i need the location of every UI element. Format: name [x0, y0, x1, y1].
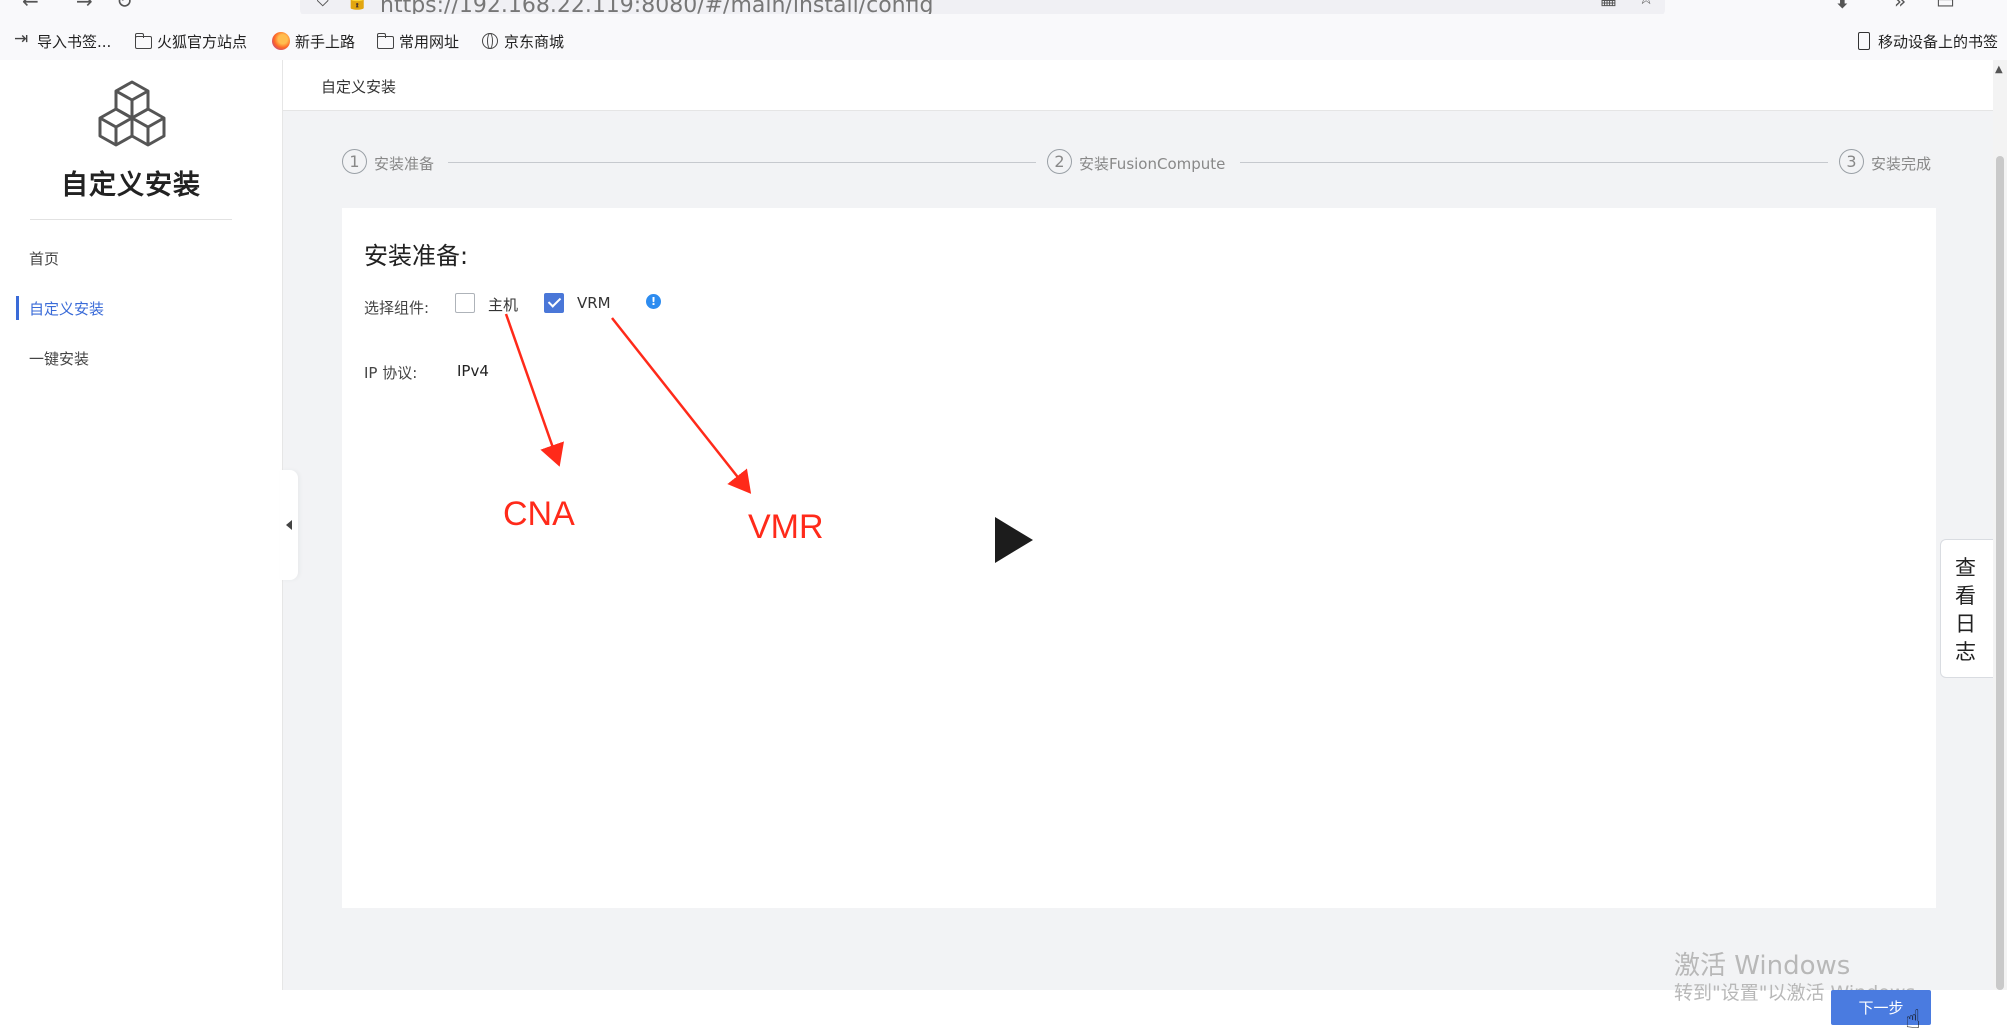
step-1-label: 安装准备 [374, 155, 435, 173]
bookmark-label: 新手上路 [295, 32, 356, 51]
app-root: 自定义安装 首页 自定义安装 一键安装 自定义安装 1 安装准备 2 安装Fus… [0, 60, 2007, 1035]
extensions-icon[interactable]: » [1894, 0, 1906, 11]
sidebar-item-home[interactable]: 首页 [29, 248, 59, 269]
download-icon[interactable]: ⬇ [1834, 0, 1851, 11]
bookmark-firefox-sites[interactable]: 火狐官方站点 [134, 28, 247, 54]
shield-icon[interactable]: ⛉ [316, 0, 330, 11]
reload-icon[interactable]: ↻ [116, 0, 133, 11]
active-indicator [16, 296, 19, 320]
host-checkbox-label[interactable]: 主机 [488, 294, 518, 315]
components-label: 选择组件: [364, 299, 430, 317]
step-2-number: 2 [1047, 149, 1072, 174]
bookmark-label: 京东商城 [504, 32, 565, 51]
vrm-checkbox[interactable] [544, 293, 564, 313]
bookmark-jd[interactable]: 京东商城 [481, 28, 564, 54]
folder-icon [134, 32, 152, 50]
sidebar-title: 自定义安装 [61, 170, 201, 201]
ip-protocol-label: IP 协议: [364, 364, 418, 382]
step-2-label: 安装FusionCompute [1079, 155, 1226, 173]
step-connector [448, 162, 1036, 163]
breadcrumb: 自定义安装 [321, 78, 397, 96]
url-bar[interactable]: ⛉ 🔒 https://192.168.22.119:8080/#/main/i… [300, 0, 1665, 14]
step-1-number: 1 [342, 149, 367, 174]
play-icon[interactable] [995, 517, 1033, 563]
vrm-checkbox-label[interactable]: VRM [577, 294, 611, 312]
sidebar-item-one-click-install[interactable]: 一键安装 [29, 348, 89, 369]
browser-nav-strip: ← → ↻ ⛉ 🔒 https://192.168.22.119:8080/#/… [0, 0, 2007, 14]
scroll-up-icon[interactable]: ▲ [1995, 64, 2003, 75]
folder-icon [376, 32, 394, 50]
host-checkbox[interactable] [455, 293, 475, 313]
view-log-label: 查看日志 [1955, 556, 1976, 664]
browser-chrome: ← → ↻ ⛉ 🔒 https://192.168.22.119:8080/#/… [0, 0, 2007, 61]
ip-protocol-value: IPv4 [457, 362, 489, 380]
sidebar-collapse-button[interactable] [280, 470, 298, 580]
firefox-icon [272, 32, 290, 50]
bookmark-getting-started[interactable]: 新手上路 [272, 28, 355, 54]
forward-icon[interactable]: → [76, 0, 93, 11]
sidebar: 自定义安装 首页 自定义安装 一键安装 [0, 60, 283, 990]
translate-icon[interactable]: ▦ [1600, 0, 1617, 9]
divider [30, 219, 232, 220]
bookmark-common-sites[interactable]: 常用网址 [376, 28, 459, 54]
view-log-tab[interactable]: 查看日志 [1940, 539, 1994, 678]
windows-activation-watermark-title: 激活 Windows [1674, 951, 1851, 981]
bookmark-label: 火狐官方站点 [157, 32, 248, 51]
info-icon[interactable]: ! [646, 294, 661, 309]
top-bar: 自定义安装 [283, 60, 1997, 111]
bookmark-label: 移动设备上的书签 [1878, 32, 1999, 51]
annotation-cna: CNA [503, 495, 575, 533]
mobile-icon [1855, 32, 1873, 50]
bookmark-mobile[interactable]: 移动设备上的书签 [1855, 28, 1998, 54]
annotation-vmr: VMR [748, 508, 824, 546]
lock-icon[interactable]: 🔒 [346, 0, 368, 11]
globe-icon [481, 32, 499, 50]
cubes-logo-icon [98, 80, 166, 147]
back-icon[interactable]: ← [22, 0, 39, 11]
window-icon[interactable]: ▭ [1936, 0, 1955, 11]
bookmark-label: 常用网址 [399, 32, 460, 51]
scroll-thumb[interactable] [1996, 156, 2004, 990]
install-prep-card: 安装准备: 选择组件: 主机 VRM ! IP 协议: IPv4 [342, 208, 1936, 908]
sidebar-item-custom-install[interactable]: 自定义安装 [29, 298, 104, 319]
step-3-label: 安装完成 [1871, 155, 1932, 173]
hand-cursor-icon: ☝ [1905, 1005, 1921, 1035]
bookmark-import[interactable]: 导入书签... [14, 28, 111, 54]
step-3-number: 3 [1839, 149, 1864, 174]
import-icon [14, 29, 32, 50]
step-connector [1240, 162, 1828, 163]
bookmarks-bar: 导入书签... 火狐官方站点 新手上路 常用网址 京东商城 移动设备上的书签 [0, 28, 2007, 54]
url-text[interactable]: https://192.168.22.119:8080/#/main/insta… [380, 0, 933, 14]
bookmark-label: 导入书签... [37, 32, 112, 51]
star-icon[interactable]: ☆ [1638, 0, 1654, 9]
page-scrollbar[interactable]: ▲ [1993, 60, 2007, 990]
card-title: 安装准备: [364, 242, 469, 270]
